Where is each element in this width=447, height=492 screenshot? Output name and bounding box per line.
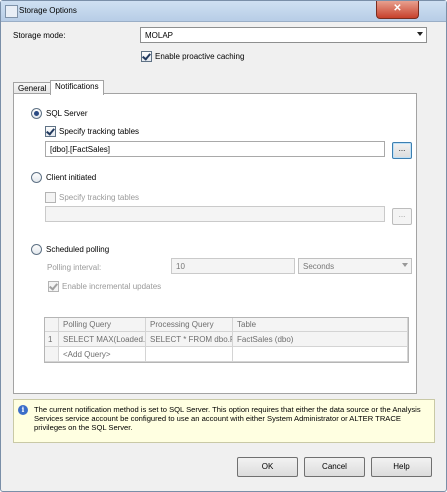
storage-options-dialog: Storage Options ✕ Storage mode: MOLAP En… <box>0 0 447 492</box>
cancel-button[interactable]: Cancel <box>304 457 365 477</box>
client-specify-tracking-checkbox[interactable] <box>45 192 56 203</box>
help-button[interactable]: Help <box>371 457 432 477</box>
grid-corner <box>45 318 59 332</box>
sql-specify-tracking-label: Specify tracking tables <box>59 127 140 136</box>
grid-header-table: Table <box>233 318 408 332</box>
storage-mode-label: Storage mode: <box>13 31 66 40</box>
client-tracking-tables-field[interactable] <box>45 206 385 222</box>
window-icon <box>5 5 18 18</box>
sql-specify-tracking-checkbox[interactable] <box>45 126 56 137</box>
polling-interval-field[interactable]: 10 <box>171 258 295 274</box>
grid-header-polling-query: Polling Query <box>59 318 146 332</box>
info-icon: i <box>18 405 28 415</box>
client-specify-tracking-label: Specify tracking tables <box>59 193 140 202</box>
grid-row-header-new <box>45 347 59 362</box>
dialog-content: Storage mode: MOLAP Enable proactive cac… <box>7 22 440 488</box>
tab-notifications[interactable]: Notifications <box>50 80 104 95</box>
grid-empty-cell[interactable] <box>233 347 408 362</box>
window-title: Storage Options <box>19 6 77 15</box>
grid-header-processing-query: Processing Query <box>146 318 233 332</box>
polling-query-grid: Polling Query Processing Query Table 1 S… <box>44 317 409 363</box>
enable-incremental-updates-checkbox[interactable] <box>48 281 59 292</box>
info-message-text: The current notification method is set t… <box>34 405 421 432</box>
scheduled-polling-radio[interactable] <box>31 244 42 255</box>
title-bar: Storage Options ✕ <box>1 1 446 22</box>
sql-server-radio[interactable] <box>31 108 42 119</box>
grid-row-number: 1 <box>45 332 59 347</box>
polling-interval-value: 10 <box>176 262 185 271</box>
storage-mode-value: MOLAP <box>145 31 174 40</box>
sql-server-label: SQL Server <box>46 109 88 118</box>
close-button[interactable]: ✕ <box>376 1 419 19</box>
grid-cell-processing-query[interactable]: SELECT * FROM dbo.F... <box>146 332 233 347</box>
sql-browse-tables-button[interactable]: ... <box>392 142 412 159</box>
grid-cell-table[interactable]: FactSales (dbo) <box>233 332 408 347</box>
grid-cell-polling-query[interactable]: SELECT MAX(Loaded... <box>59 332 146 347</box>
polling-interval-unit-select[interactable]: Seconds <box>298 258 412 274</box>
scheduled-polling-label: Scheduled polling <box>46 245 110 254</box>
polling-interval-label: Polling interval: <box>47 263 102 272</box>
client-initiated-radio[interactable] <box>31 172 42 183</box>
chevron-down-icon <box>417 32 423 36</box>
polling-interval-unit-value: Seconds <box>303 262 335 271</box>
client-initiated-label: Client initiated <box>46 173 97 182</box>
storage-mode-select[interactable]: MOLAP <box>140 27 427 43</box>
grid-empty-cell[interactable] <box>146 347 233 362</box>
sql-tracking-tables-value: [dbo].[FactSales] <box>50 145 111 154</box>
enable-proactive-caching-label: Enable proactive caching <box>155 52 245 61</box>
grid-add-query-cell[interactable]: <Add Query> <box>59 347 146 362</box>
sql-tracking-tables-field[interactable]: [dbo].[FactSales] <box>45 141 385 157</box>
enable-proactive-caching-checkbox[interactable] <box>141 51 152 62</box>
chevron-down-icon <box>402 263 408 267</box>
client-browse-tables-button[interactable]: ... <box>392 208 412 225</box>
enable-incremental-updates-label: Enable incremental updates <box>62 282 162 291</box>
info-message-box: i The current notification method is set… <box>13 399 435 443</box>
ok-button[interactable]: OK <box>237 457 298 477</box>
